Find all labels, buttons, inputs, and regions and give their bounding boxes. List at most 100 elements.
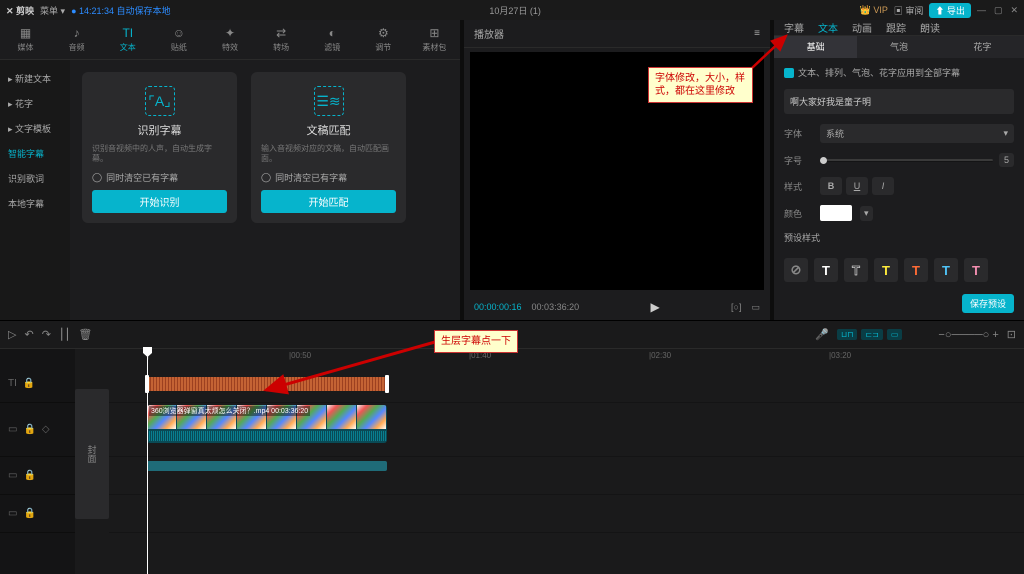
video-track[interactable]: 360浏览器弹窗真太烦怎么关闭？.mp4 00:03:36:20 <box>109 403 1024 457</box>
redo-button[interactable]: ↷ <box>42 328 51 341</box>
split-button[interactable]: ⎮⎮ <box>59 328 70 341</box>
tab-tts[interactable]: 朗读 <box>920 20 940 35</box>
preset-5[interactable]: T <box>934 258 958 282</box>
tab-audio[interactable]: ♪音频 <box>51 20 102 59</box>
save-preset-button[interactable]: 保存预设 <box>962 294 1014 313</box>
time-ruler[interactable]: | |00:50 |01:40 |02:30 |03:20 <box>109 349 1024 365</box>
preview-icon[interactable]: ▭ <box>887 329 903 340</box>
sidebar-fancy-text[interactable]: ▸ 花字 <box>0 91 70 116</box>
card-desc: 识别音视频中的人声，自动生成字幕。 <box>92 144 227 165</box>
project-title: 10月27日 (1) <box>171 4 860 17</box>
preset-3[interactable]: T <box>874 258 898 282</box>
preset-none[interactable]: ⊘ <box>784 258 808 282</box>
italic-button[interactable]: I <box>872 177 894 195</box>
total-time: 00:03:36:20 <box>532 302 580 312</box>
media-tabs: ▦媒体 ♪音频 TI文本 ☺贴纸 ✦特效 ⇄转场 ◐滤镜 ⚙调节 ⊞素材包 <box>0 20 460 60</box>
preset-label: 预设样式 <box>784 231 1014 244</box>
pointer-tool[interactable]: ▷ <box>8 328 16 341</box>
start-match-button[interactable]: 开始匹配 <box>261 190 396 213</box>
current-time: 00:00:00:16 <box>474 302 522 312</box>
close-icon[interactable]: ✕ <box>1010 5 1018 16</box>
size-label: 字号 <box>784 154 812 167</box>
link-icon[interactable]: ⊏⊐ <box>861 329 882 340</box>
tab-transition[interactable]: ⇄转场 <box>256 20 307 59</box>
magnet-icon[interactable]: ⊔⊓ <box>837 329 857 340</box>
sidebar-lyrics[interactable]: 识别歌词 <box>0 166 70 191</box>
subtab-bubble[interactable]: 气泡 <box>857 36 940 58</box>
beat-track-label[interactable]: ▭🔒 <box>0 495 75 533</box>
recognize-subtitle-card: ⌜A⌟ 识别字幕 识别音视频中的人声，自动生成字幕。 ◯同时清空已有字幕 开始识… <box>82 72 237 223</box>
color-dropdown[interactable]: ▾ <box>860 206 873 221</box>
fit-icon[interactable]: ⊡ <box>1007 328 1016 341</box>
extra-track-2[interactable] <box>109 495 1024 533</box>
zoom-out[interactable]: −○────○ + <box>938 329 998 341</box>
play-button[interactable]: ▶ <box>650 300 659 314</box>
tab-text[interactable]: TI文本 <box>102 20 153 59</box>
size-value[interactable]: 5 <box>999 153 1014 167</box>
match-icon: ☰≋ <box>314 86 344 116</box>
text-category-sidebar: ▸ 新建文本 ▸ 花字 ▸ 文字模板 智能字幕 识别歌词 本地字幕 <box>0 60 70 320</box>
props-tabs: 字幕 文本 动画 跟踪 朗读 <box>774 20 1024 36</box>
app-logo: ✕ 剪映 <box>6 4 34 17</box>
minimize-icon[interactable]: — <box>977 5 986 16</box>
tab-adjust[interactable]: ⚙调节 <box>358 20 409 59</box>
bold-button[interactable]: B <box>820 177 842 195</box>
card-title: 识别字幕 <box>138 122 182 138</box>
subtitle-track-label[interactable]: TI🔒 <box>0 365 75 403</box>
sidebar-new-text[interactable]: ▸ 新建文本 <box>0 66 70 91</box>
mic-icon[interactable]: 🎤 <box>815 328 829 341</box>
cover-button[interactable]: 封面 <box>75 389 109 519</box>
extra-track-1[interactable] <box>109 457 1024 495</box>
subtitle-track[interactable] <box>109 365 1024 403</box>
preset-2[interactable]: T <box>844 258 868 282</box>
font-select[interactable]: 系统▾ <box>820 124 1014 143</box>
subtitle-text-input[interactable]: 啊大家好我是童子明 <box>784 89 1014 114</box>
clear-subtitle-checkbox[interactable]: ◯同时清空已有字幕 <box>92 171 227 184</box>
clear-subtitle-checkbox-2[interactable]: ◯同时清空已有字幕 <box>261 171 396 184</box>
tab-media[interactable]: ▦媒体 <box>0 20 51 59</box>
preset-4[interactable]: T <box>904 258 928 282</box>
ratio-icon[interactable]: ▭ <box>751 302 760 313</box>
player-title: 播放器 <box>474 26 504 41</box>
menu-dropdown[interactable]: 菜单 ▾ <box>40 4 65 17</box>
tab-track-props[interactable]: 跟踪 <box>886 20 906 35</box>
sidebar-smart-subtitle[interactable]: 智能字幕 <box>0 141 70 166</box>
tab-effect[interactable]: ✦特效 <box>204 20 255 59</box>
text-match-card: ☰≋ 文稿匹配 输入音视频对应的文稿，自动匹配画面。 ◯同时清空已有字幕 开始匹… <box>251 72 406 223</box>
subtab-fancy[interactable]: 花字 <box>941 36 1024 58</box>
properties-panel: 字幕 文本 动画 跟踪 朗读 基础 气泡 花字 文本、排列、气泡、花字应用到全部… <box>774 20 1024 320</box>
size-slider[interactable] <box>820 159 993 162</box>
font-label: 字体 <box>784 127 812 140</box>
player-panel: 播放器 ≡ 00:00:00:16 00:03:36:20 ▶ [○] ▭ <box>464 20 770 320</box>
apply-all-checkbox[interactable]: 文本、排列、气泡、花字应用到全部字幕 <box>784 66 1014 79</box>
color-picker[interactable] <box>820 205 852 221</box>
preset-6[interactable]: T <box>964 258 988 282</box>
export-button[interactable]: ⬆ 导出 <box>929 3 971 18</box>
autosave-status: ● 14:21:34 自动保存本地 <box>71 4 170 17</box>
preset-1[interactable]: T <box>814 258 838 282</box>
start-recognize-button[interactable]: 开始识别 <box>92 190 227 213</box>
playhead[interactable] <box>147 349 148 574</box>
video-track-label[interactable]: ▭🔒◇ <box>0 403 75 457</box>
scale-icon[interactable]: [○] <box>731 302 741 312</box>
audio-track-label[interactable]: ▭🔒 <box>0 457 75 495</box>
tab-pack[interactable]: ⊞素材包 <box>409 20 460 59</box>
tab-filter[interactable]: ◐滤镜 <box>307 20 358 59</box>
undo-button[interactable]: ↶ <box>24 328 33 341</box>
tab-text-props[interactable]: 文本 <box>818 20 838 35</box>
tab-sticker[interactable]: ☺贴纸 <box>153 20 204 59</box>
vip-badge[interactable]: 👑 VIP <box>860 5 888 16</box>
style-label: 样式 <box>784 180 812 193</box>
underline-button[interactable]: U <box>846 177 868 195</box>
review-button[interactable]: ▣ 审阅 <box>894 4 924 17</box>
sidebar-local-subtitle[interactable]: 本地字幕 <box>0 191 70 216</box>
annotation-subtitle-click: 生层字幕点一下 <box>434 330 518 353</box>
delete-button[interactable]: 🗑 <box>78 328 92 341</box>
timeline: ▷ ↶ ↷ ⎮⎮ 🗑 🎤 ⊔⊓ ⊏⊐ ▭ −○────○ + ⊡ TI🔒 ▭🔒◇… <box>0 320 1024 574</box>
beat-clip[interactable] <box>147 461 387 471</box>
tab-animation[interactable]: 动画 <box>852 20 872 35</box>
card-desc: 输入音视频对应的文稿，自动匹配画面。 <box>261 144 396 165</box>
maximize-icon[interactable]: ▢ <box>994 5 1003 16</box>
sidebar-text-template[interactable]: ▸ 文字模板 <box>0 116 70 141</box>
titlebar: ✕ 剪映 菜单 ▾ ● 14:21:34 自动保存本地 10月27日 (1) 👑… <box>0 0 1024 20</box>
